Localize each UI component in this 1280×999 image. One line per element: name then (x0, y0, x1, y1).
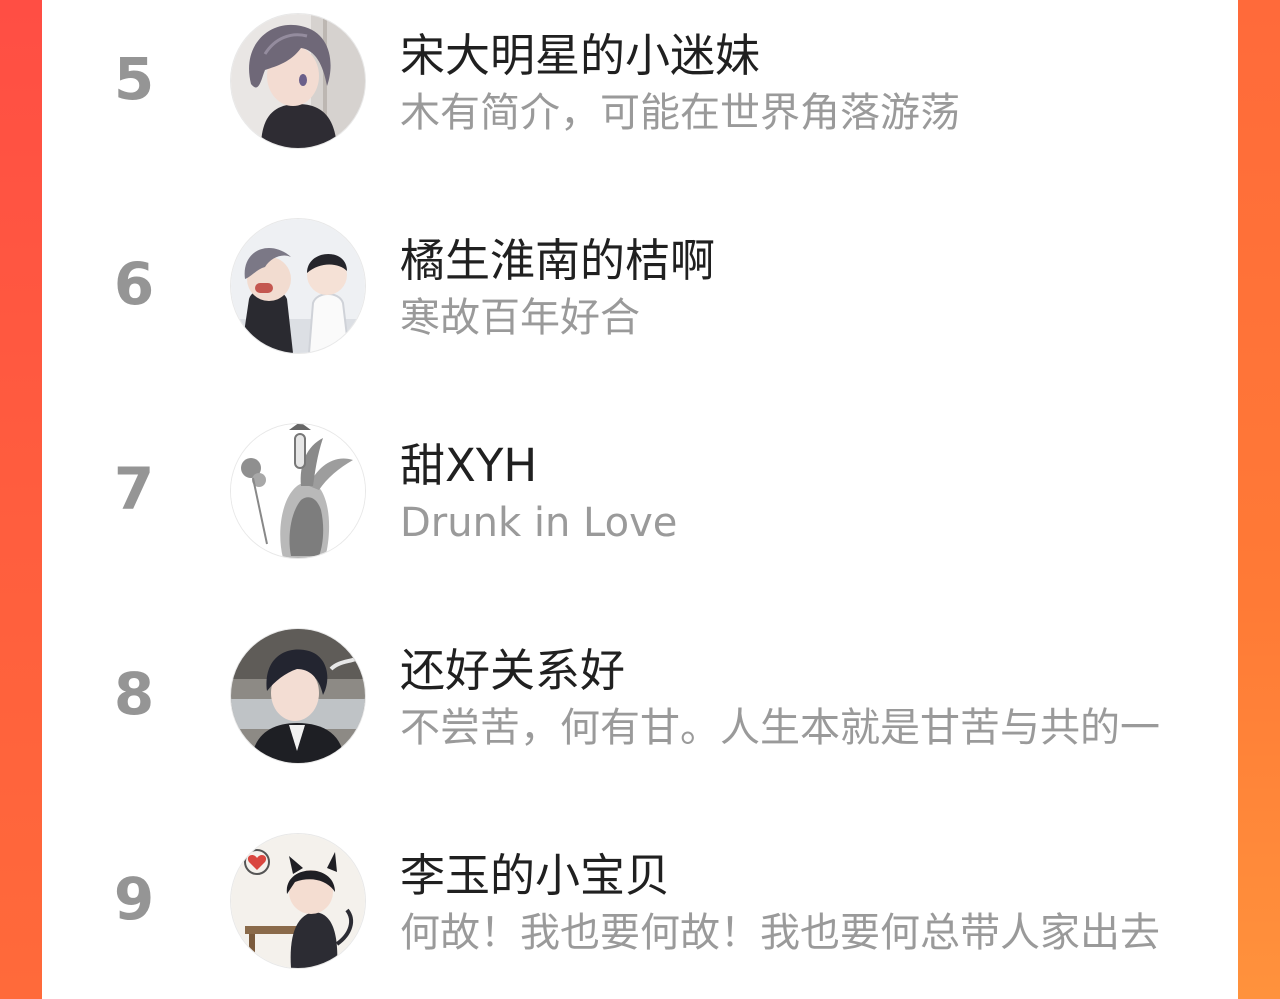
rank-number: 7 (113, 455, 155, 523)
anime-man-suit-avatar-icon[interactable] (231, 629, 365, 763)
rank-number: 6 (113, 250, 155, 318)
user-bio: 寒故百年好合 (400, 295, 640, 341)
anime-boy-gray-hair-avatar-icon[interactable] (231, 14, 365, 148)
ranking-list: 5 宋大明星的小迷妹 木有简介，可能在世界角落游荡 6 橘生淮南的桔啊 寒故百年… (42, 0, 1238, 999)
ink-rabbit-sketch-avatar-icon[interactable] (231, 424, 365, 558)
ranking-row[interactable]: 8 还好关系好 不尝苦，何有甘。人生本就是甘苦与共的一 (42, 624, 1238, 774)
user-bio: Drunk in Love (400, 500, 678, 546)
ranking-row[interactable]: 5 宋大明星的小迷妹 木有简介，可能在世界角落游荡 (42, 9, 1238, 159)
anime-couple-avatar-icon[interactable] (231, 219, 365, 353)
user-name[interactable]: 橘生淮南的桔啊 (400, 232, 715, 290)
background-gradient-right (1238, 0, 1280, 999)
user-name[interactable]: 甜XYH (400, 437, 537, 495)
ranking-row[interactable]: 9 李玉的小宝贝 何故！我也要何故！我也要何总带人家出去 (42, 829, 1238, 979)
rank-number: 9 (113, 865, 155, 933)
user-bio: 不尝苦，何有甘。人生本就是甘苦与共的一 (400, 705, 1160, 751)
user-bio: 木有简介，可能在世界角落游荡 (400, 90, 960, 136)
ranking-row[interactable]: 6 橘生淮南的桔啊 寒故百年好合 (42, 214, 1238, 364)
user-name[interactable]: 宋大明星的小迷妹 (400, 27, 760, 85)
user-name[interactable]: 还好关系好 (400, 642, 625, 700)
chibi-cat-boy-avatar-icon[interactable] (231, 834, 365, 968)
rank-number: 5 (113, 45, 155, 113)
rank-number: 8 (113, 660, 155, 728)
user-name[interactable]: 李玉的小宝贝 (400, 847, 670, 905)
user-bio: 何故！我也要何故！我也要何总带人家出去 (400, 910, 1160, 956)
ranking-row[interactable]: 7 甜XYH Drunk in Love (42, 419, 1238, 569)
